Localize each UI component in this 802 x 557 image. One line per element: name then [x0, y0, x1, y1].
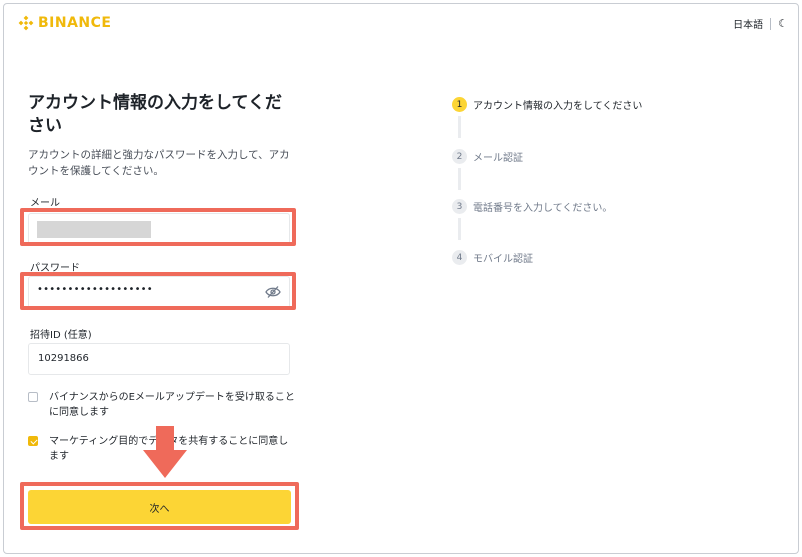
step-connector [458, 116, 461, 138]
step-4-number: 4 [452, 250, 467, 265]
step-1: 1 アカウント情報の入力をしてください [452, 97, 642, 112]
header-divider [770, 17, 772, 30]
referral-id-value: 10291866 [38, 353, 89, 364]
step-1-number: 1 [452, 97, 467, 112]
binance-logo[interactable]: BINANCE [18, 14, 112, 32]
step-2-number: 2 [452, 149, 467, 164]
referral-id-field[interactable]: 10291866 [28, 343, 290, 375]
step-2: 2 メール認証 [452, 149, 523, 164]
binance-logo-icon [18, 15, 34, 31]
email-updates-checkbox[interactable] [28, 392, 38, 402]
top-bar: BINANCE 日本語 ☾ [4, 4, 798, 40]
step-3-label: 電話番号を入力してください。 [473, 203, 613, 214]
page-title: アカウント情報の入力をしてください [28, 93, 282, 136]
brand-name: BINANCE [38, 15, 112, 31]
referral-label: 招待ID (任意) [30, 330, 92, 341]
email-updates-label: バイナンスからのEメールアップデートを受け取ることに同意します [49, 392, 295, 418]
step-4: 4 モバイル認証 [452, 250, 533, 265]
step-3: 3 電話番号を入力してください。 [452, 199, 612, 214]
email-updates-option[interactable]: バイナンスからのEメールアップデートを受け取ることに同意します [28, 390, 298, 420]
signup-window: BINANCE 日本語 ☾ アカウント情報の入力をしてください アカウントの詳細… [3, 3, 799, 554]
email-highlight-box [20, 208, 296, 246]
header-actions: 日本語 ☾ [733, 16, 788, 31]
password-highlight-box [20, 272, 296, 310]
next-button-highlight-box [20, 482, 299, 530]
marketing-checkbox[interactable] [28, 436, 38, 446]
step-connector [458, 218, 461, 240]
step-3-number: 3 [452, 199, 467, 214]
page-subtitle: アカウントの詳細と強力なパスワードを入力して、アカウントを保護してください。 [28, 149, 290, 177]
arrow-down-icon [143, 426, 187, 478]
language-selector[interactable]: 日本語 [733, 16, 763, 31]
step-2-label: メール認証 [473, 153, 523, 164]
step-1-label: アカウント情報の入力をしてください [473, 101, 643, 112]
moon-icon[interactable]: ☾ [778, 17, 788, 30]
step-connector [458, 168, 461, 190]
email-label: メール [30, 198, 60, 209]
step-4-label: モバイル認証 [473, 254, 533, 265]
